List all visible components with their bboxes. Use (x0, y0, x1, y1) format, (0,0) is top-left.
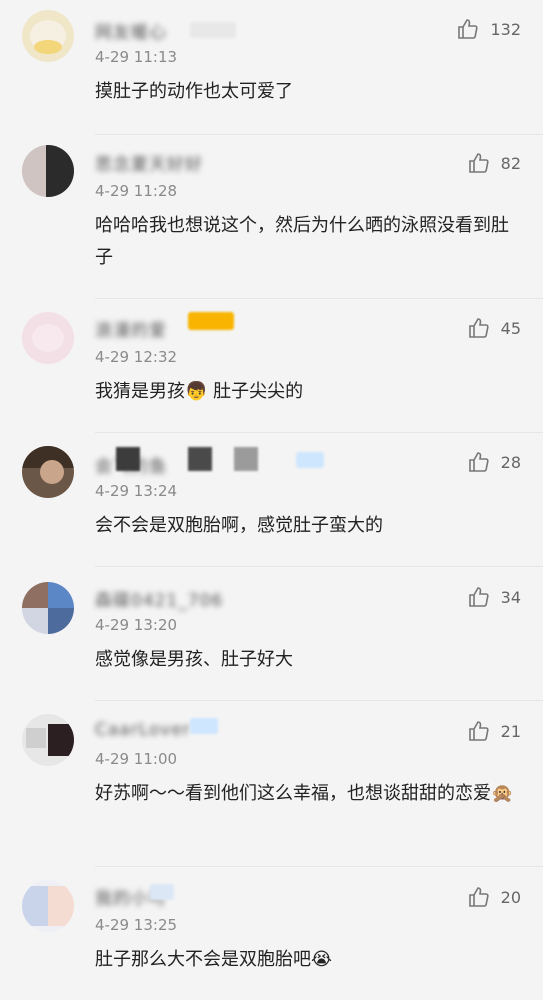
username-pixel-block (188, 447, 212, 471)
thumbs-up-icon (468, 887, 489, 907)
divider (95, 134, 543, 135)
username[interactable]: 思念夏天好好 (95, 150, 203, 175)
timestamp: 4-29 13:25 (95, 916, 178, 934)
comment-text: 摸肚子的动作也太可爱了 (95, 81, 293, 102)
like-button[interactable]: 82 (467, 151, 521, 175)
comment-list: 网友暖心 4-29 11:13 摸肚子的动作也太可爱了 132 思念夏天好好 4… (0, 0, 543, 1000)
divider (95, 432, 543, 433)
user-badge (190, 22, 236, 38)
thumbs-up-icon (468, 587, 489, 607)
avatar[interactable] (22, 714, 74, 766)
avatar[interactable] (22, 880, 74, 932)
comment-text: 哈哈哈我也想说这个，然后为什么晒的泳照没看到肚子 (95, 215, 509, 268)
timestamp: 4-29 13:24 (95, 482, 178, 500)
username[interactable]: 森碟0421_706 (95, 586, 223, 611)
like-button[interactable]: 132 (456, 17, 521, 41)
like-button[interactable]: 34 (467, 585, 521, 609)
thumbs-up-icon (468, 153, 489, 173)
username[interactable]: 浪漫的爱 (95, 316, 167, 341)
like-button[interactable]: 45 (467, 316, 521, 340)
comment-text: 感觉像是男孩、肚子好大 (95, 649, 293, 670)
like-count: 28 (500, 452, 521, 472)
avatar[interactable] (22, 582, 74, 634)
like-count: 82 (500, 153, 521, 173)
like-count: 132 (490, 19, 521, 39)
username[interactable]: CaarLover (95, 720, 191, 742)
like-count: 20 (500, 887, 521, 907)
vip-badge (190, 718, 218, 734)
divider (95, 866, 543, 867)
user-badge (188, 312, 234, 330)
username-pixel-block (116, 447, 140, 471)
comment-text: 会不会是双胞胎啊，感觉肚子蛮大的 (95, 515, 383, 536)
timestamp: 4-29 12:32 (95, 348, 178, 366)
divider (95, 566, 543, 567)
like-button[interactable]: 21 (467, 719, 521, 743)
thumbs-up-icon (468, 318, 489, 338)
like-button[interactable]: 28 (467, 450, 521, 474)
username[interactable]: 网友暖心 (95, 18, 167, 43)
username-pixel-block (234, 447, 258, 471)
vip-badge (296, 452, 324, 468)
timestamp: 4-29 11:00 (95, 750, 178, 768)
avatar[interactable] (22, 446, 74, 498)
timestamp: 4-29 11:13 (95, 48, 178, 66)
avatar[interactable] (22, 312, 74, 364)
comment-text: 我猜是男孩👦 肚子尖尖的 (95, 381, 304, 402)
comment-text: 好苏啊～～看到他们这么幸福，也想谈甜甜的恋爱🙊 (95, 783, 514, 804)
avatar[interactable] (22, 145, 74, 197)
divider (95, 298, 543, 299)
comment-text: 肚子那么大不会是双胞胎吧😭 (95, 949, 333, 970)
thumbs-up-icon (468, 721, 489, 741)
timestamp: 4-29 13:20 (95, 616, 178, 634)
thumbs-up-icon (458, 19, 479, 39)
divider (95, 700, 543, 701)
like-count: 45 (500, 318, 521, 338)
like-button[interactable]: 20 (467, 885, 521, 909)
avatar[interactable] (22, 10, 74, 62)
vip-badge (150, 884, 174, 900)
thumbs-up-icon (468, 452, 489, 472)
timestamp: 4-29 11:28 (95, 182, 178, 200)
like-count: 34 (500, 587, 521, 607)
like-count: 21 (500, 721, 521, 741)
